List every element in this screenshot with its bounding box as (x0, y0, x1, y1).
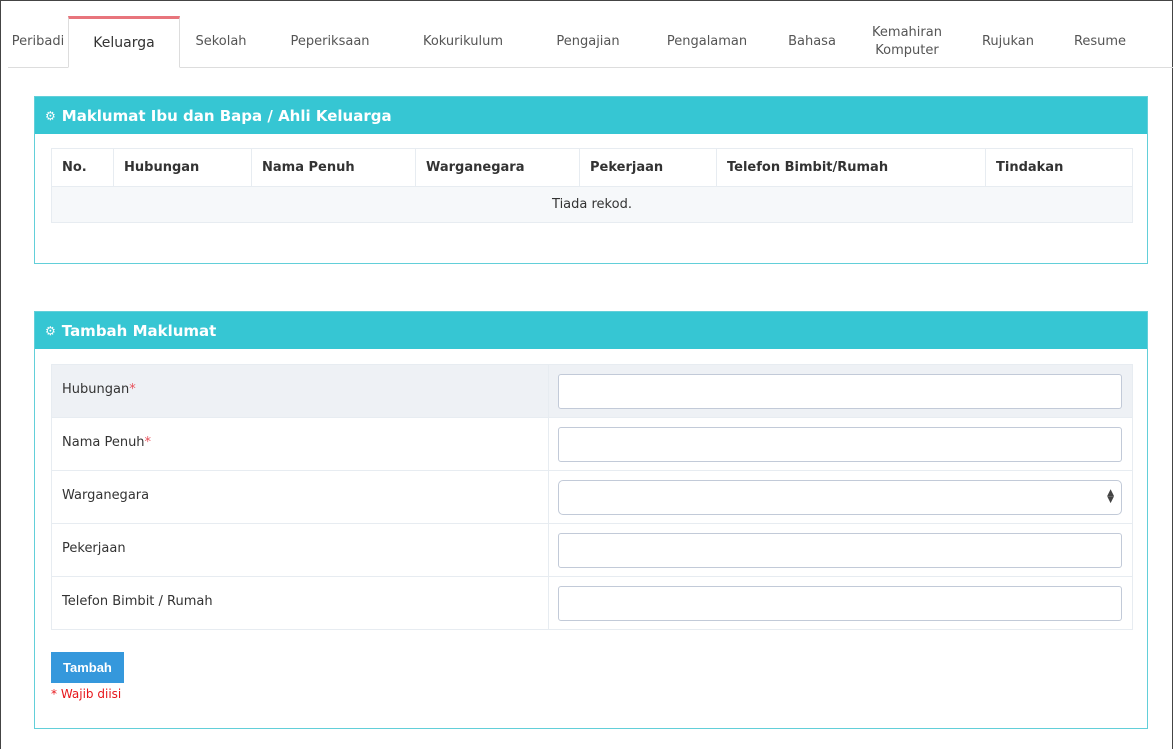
add-info-panel: ⚙ Tambah Maklumat Hubungan* Nama Penuh* … (34, 311, 1148, 729)
col-hubungan: Hubungan (113, 148, 252, 187)
gears-icon: ⚙ (45, 108, 56, 123)
col-telefon: Telefon Bimbit/Rumah (716, 148, 986, 187)
required-marker: * (144, 435, 152, 450)
tab-keluarga[interactable]: Keluarga (68, 16, 180, 68)
family-table-header: No. Hubungan Nama Penuh Warganegara Peke… (51, 148, 1133, 187)
tab-pengalaman[interactable]: Pengalaman (648, 16, 766, 67)
tab-bahasa[interactable]: Bahasa (766, 16, 858, 67)
tab-peribadi[interactable]: Peribadi (8, 16, 68, 67)
col-tindakan: Tindakan (985, 148, 1133, 187)
telefon-input[interactable] (558, 586, 1122, 621)
empty-message: Tiada rekod. (51, 186, 1133, 223)
updown-arrows-icon: ▲ ▼ (1107, 488, 1114, 505)
gears-icon: ⚙ (45, 323, 56, 338)
add-info-panel-title: Tambah Maklumat (61, 321, 217, 340)
col-nama-penuh: Nama Penuh (251, 148, 416, 187)
hubungan-label: Hubungan (62, 382, 130, 397)
warganegara-select[interactable] (558, 480, 1122, 515)
family-list-panel-title: Maklumat Ibu dan Bapa / Ahli Keluarga (61, 106, 392, 125)
pekerjaan-label: Pekerjaan (62, 541, 126, 556)
required-marker: * (129, 382, 136, 397)
tab-kokurikulum[interactable]: Kokurikulum (398, 16, 528, 67)
required-note: * Wajib diisi (51, 687, 122, 701)
tab-bar: Peribadi Keluarga Sekolah Peperiksaan Ko… (8, 16, 1173, 68)
tab-rujukan[interactable]: Rujukan (956, 16, 1060, 67)
col-no: No. (51, 148, 114, 187)
form-row-warganegara: Warganegara ▲ ▼ (51, 470, 1133, 524)
family-list-panel-header: ⚙ Maklumat Ibu dan Bapa / Ahli Keluarga (35, 97, 1147, 134)
family-list-panel: ⚙ Maklumat Ibu dan Bapa / Ahli Keluarga … (34, 96, 1148, 264)
form-row-pekerjaan: Pekerjaan (51, 523, 1133, 577)
telefon-label: Telefon Bimbit / Rumah (62, 594, 213, 609)
table-row: Tiada rekod. (51, 186, 1133, 223)
tab-sekolah[interactable]: Sekolah (180, 16, 262, 67)
add-info-panel-header: ⚙ Tambah Maklumat (35, 312, 1147, 349)
hubungan-input[interactable] (558, 374, 1122, 409)
family-table: No. Hubungan Nama Penuh Warganegara Peke… (51, 148, 1133, 223)
pekerjaan-input[interactable] (558, 533, 1122, 568)
tab-pengajian[interactable]: Pengajian (528, 16, 648, 67)
add-info-form: Hubungan* Nama Penuh* Warganegara ▲ ▼ Pe… (51, 364, 1133, 630)
tab-kemahiran-komputer[interactable]: Kemahiran Komputer (858, 16, 956, 67)
col-pekerjaan: Pekerjaan (579, 148, 717, 187)
col-warganegara: Warganegara (415, 148, 580, 187)
form-row-nama: Nama Penuh* (51, 417, 1133, 471)
tab-peperiksaan[interactable]: Peperiksaan (262, 16, 398, 67)
warganegara-label: Warganegara (62, 488, 150, 503)
form-row-telefon: Telefon Bimbit / Rumah (51, 576, 1133, 630)
tab-resume[interactable]: Resume (1060, 16, 1140, 67)
nama-penuh-input[interactable] (558, 427, 1122, 462)
form-row-hubungan: Hubungan* (51, 364, 1133, 418)
tambah-button[interactable]: Tambah (51, 652, 124, 683)
nama-penuh-label: Nama Penuh (62, 435, 145, 450)
